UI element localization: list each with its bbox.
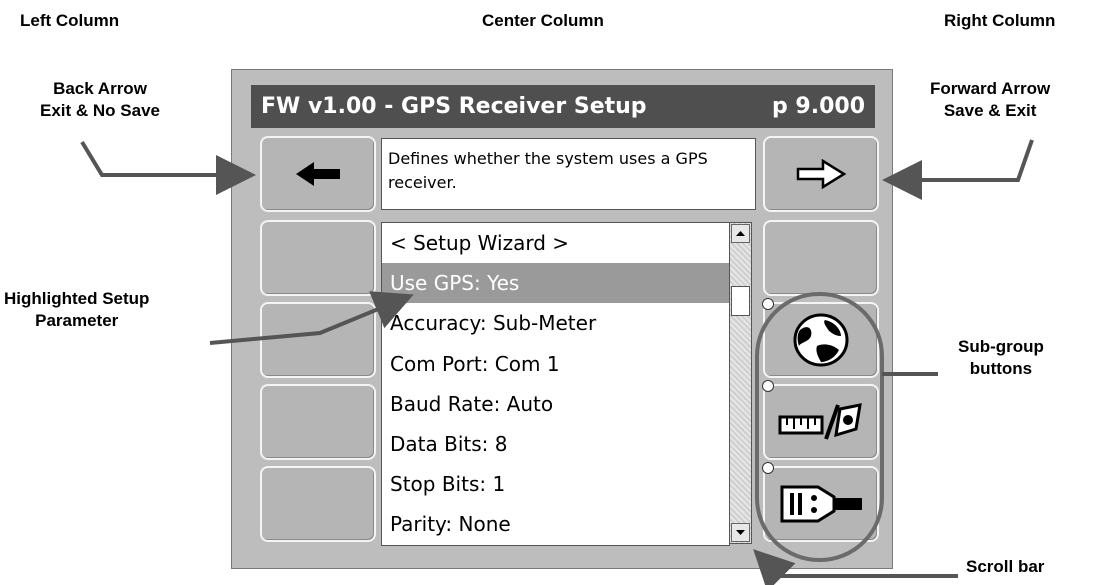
back-button[interactable] (260, 136, 376, 212)
scroll-down-button[interactable] (731, 523, 750, 542)
subgroup-indicator-led (762, 298, 774, 310)
forward-arrow-callout: Forward Arrow Save & Exit (930, 78, 1050, 122)
scroll-thumb[interactable] (731, 286, 750, 316)
scroll-up-icon (736, 231, 745, 236)
scroll-bar[interactable] (729, 222, 752, 544)
scroll-up-button[interactable] (731, 224, 750, 243)
right-blank-button[interactable] (763, 220, 879, 296)
title-bar: FW v1.00 - GPS Receiver Setup p 9.000 (251, 85, 875, 128)
subgroup-callout-line2: buttons (969, 359, 1033, 378)
parameter-list[interactable]: < Setup Wizard > Use GPS: Yes Accuracy: … (381, 222, 730, 546)
subgroup-highlight-oval (755, 292, 884, 562)
screen-title: FW v1.00 - GPS Receiver Setup (261, 94, 647, 119)
left-blank-button-3[interactable] (260, 384, 376, 460)
left-blank-button-2[interactable] (260, 302, 376, 378)
back-arrow-callout: Back Arrow Exit & No Save (40, 78, 160, 122)
page-number: p 9.000 (772, 94, 865, 119)
right-column-label: Right Column (944, 11, 1056, 30)
back-arrow-callout-line2: Exit & No Save (40, 101, 160, 120)
list-item[interactable]: < Setup Wizard > (382, 223, 729, 263)
back-arrow-leader (80, 140, 256, 195)
left-arrow-icon (296, 162, 340, 186)
highlighted-callout: Highlighted Setup Parameter (4, 288, 149, 332)
left-blank-button-4[interactable] (260, 466, 376, 542)
list-item[interactable]: Com Port: Com 1 (382, 344, 729, 384)
list-item[interactable]: Stop Bits: 1 (382, 464, 729, 504)
forward-arrow-callout-line1: Forward Arrow (930, 79, 1051, 98)
center-column-label: Center Column (482, 11, 604, 30)
forward-arrow-callout-line2: Save & Exit (943, 101, 1037, 120)
list-item-selected[interactable]: Use GPS: Yes (382, 263, 729, 304)
list-item[interactable]: Baud Rate: Auto (382, 384, 729, 424)
left-column-label: Left Column (20, 11, 120, 30)
right-arrow-icon (796, 158, 847, 190)
subgroup-callout-line1: Sub-group (958, 337, 1044, 356)
highlighted-callout-line2: Parameter (35, 311, 119, 330)
list-item[interactable]: Data Bits: 8 (382, 424, 729, 464)
back-arrow-callout-line1: Back Arrow (53, 79, 147, 98)
highlighted-callout-line1: Highlighted Setup (4, 289, 150, 308)
forward-arrow-leader (882, 139, 1034, 200)
scroll-down-icon (736, 530, 745, 535)
list-item[interactable]: Accuracy: Sub-Meter (382, 303, 729, 343)
list-item[interactable]: Parity: None (382, 504, 729, 544)
forward-button[interactable] (763, 136, 879, 212)
subgroup-callout: Sub-group buttons (958, 336, 1044, 380)
scroll-bar-callout: Scroll bar (966, 557, 1045, 576)
left-blank-button-1[interactable] (260, 220, 376, 296)
help-text-box: Defines whether the system uses a GPS re… (381, 138, 756, 210)
